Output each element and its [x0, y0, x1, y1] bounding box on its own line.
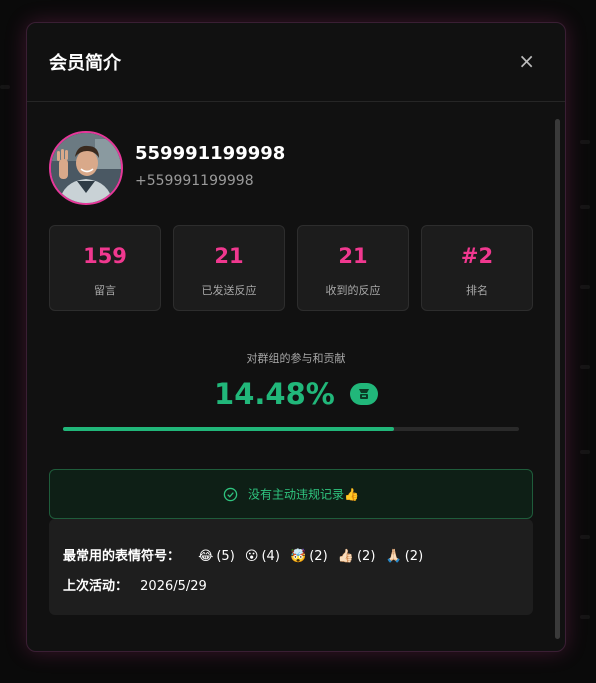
backdrop-mark — [580, 285, 590, 289]
emoji-item: 🤯 (2) — [290, 549, 328, 564]
avatar-photo — [51, 133, 121, 203]
emoji-count: (4) — [261, 549, 280, 564]
stat-label: 收到的反应 — [325, 284, 381, 297]
member-phone: +559991199998 — [135, 173, 254, 189]
modal-header: 会员简介 × — [27, 23, 565, 102]
backdrop-mark — [0, 85, 10, 89]
avatar — [49, 131, 123, 205]
last-active-row: 上次活动： 2026/5/29 — [63, 575, 207, 594]
modal-title: 会员简介 — [49, 53, 121, 74]
contribution-row: 14.48% — [27, 377, 565, 417]
contribution-label: 对群组的参与和贡献 — [246, 352, 346, 365]
stat-label: 留言 — [94, 284, 116, 297]
backdrop-mark — [580, 365, 590, 369]
emoji-glyph: 🙏🏻 — [385, 549, 402, 564]
contribution-progress-bar — [63, 427, 519, 431]
emoji-item: 😮 (4) — [245, 549, 280, 564]
emoji-item: 👍🏻 (2) — [338, 549, 376, 564]
stat-value: 159 — [83, 244, 127, 268]
emoji-count: (2) — [309, 549, 328, 564]
activity-info-box: 最常用的表情符号： 😂 (5) 😮 (4) 🤯 (2) 👍🏻 (2) 🙏🏻 (2) 上次活… — [49, 519, 533, 615]
emoji-count: (5) — [216, 549, 235, 564]
emoji-glyph: 🤯 — [290, 549, 307, 564]
stat-label: 排名 — [466, 284, 488, 297]
contribution-percent: 14.48% — [214, 377, 335, 411]
stat-card-reactions-sent: 21 已发送反应 — [173, 225, 285, 311]
backdrop-mark — [580, 450, 590, 454]
last-active-label: 上次活动： — [63, 579, 129, 594]
emoji-item: 😂 (5) — [198, 549, 235, 564]
contribution-progress-fill — [63, 427, 394, 431]
close-icon[interactable]: × — [518, 51, 535, 71]
top-emojis-label: 最常用的表情符号： — [63, 549, 181, 564]
emoji-count: (2) — [404, 549, 424, 564]
stat-value: #2 — [460, 244, 494, 268]
stat-value: 21 — [338, 244, 368, 268]
emoji-count: (2) — [356, 549, 376, 564]
stat-card-messages: 159 留言 — [49, 225, 161, 311]
last-active-value: 2026/5/29 — [140, 579, 207, 594]
backdrop-mark — [580, 615, 590, 619]
medal-icon — [349, 383, 378, 405]
emoji-glyph: 😂 — [198, 549, 214, 564]
emoji-glyph: 👍🏻 — [337, 549, 354, 564]
member-profile-modal: 会员简介 × 559991199998 +559991199998 159 留言… — [26, 22, 566, 652]
emoji-item: 🙏🏻 (2) — [386, 549, 424, 564]
member-name: 559991199998 — [135, 143, 286, 164]
stat-label: 已发送反应 — [201, 284, 257, 297]
top-emojis-row: 最常用的表情符号： 😂 (5) 😮 (4) 🤯 (2) 👍🏻 (2) 🙏🏻 (2) — [63, 545, 423, 564]
backdrop-mark — [580, 535, 590, 539]
stat-value: 21 — [214, 244, 244, 268]
violation-text: 没有主动违规记录👍 — [247, 487, 359, 502]
violation-status-box: 没有主动违规记录👍 — [49, 469, 533, 519]
backdrop-mark — [580, 140, 590, 144]
stat-card-rank: #2 排名 — [421, 225, 533, 311]
backdrop-mark — [580, 205, 590, 209]
emoji-glyph: 😮 — [244, 549, 259, 564]
stat-card-reactions-received: 21 收到的反应 — [297, 225, 409, 311]
check-circle-icon — [223, 487, 238, 502]
